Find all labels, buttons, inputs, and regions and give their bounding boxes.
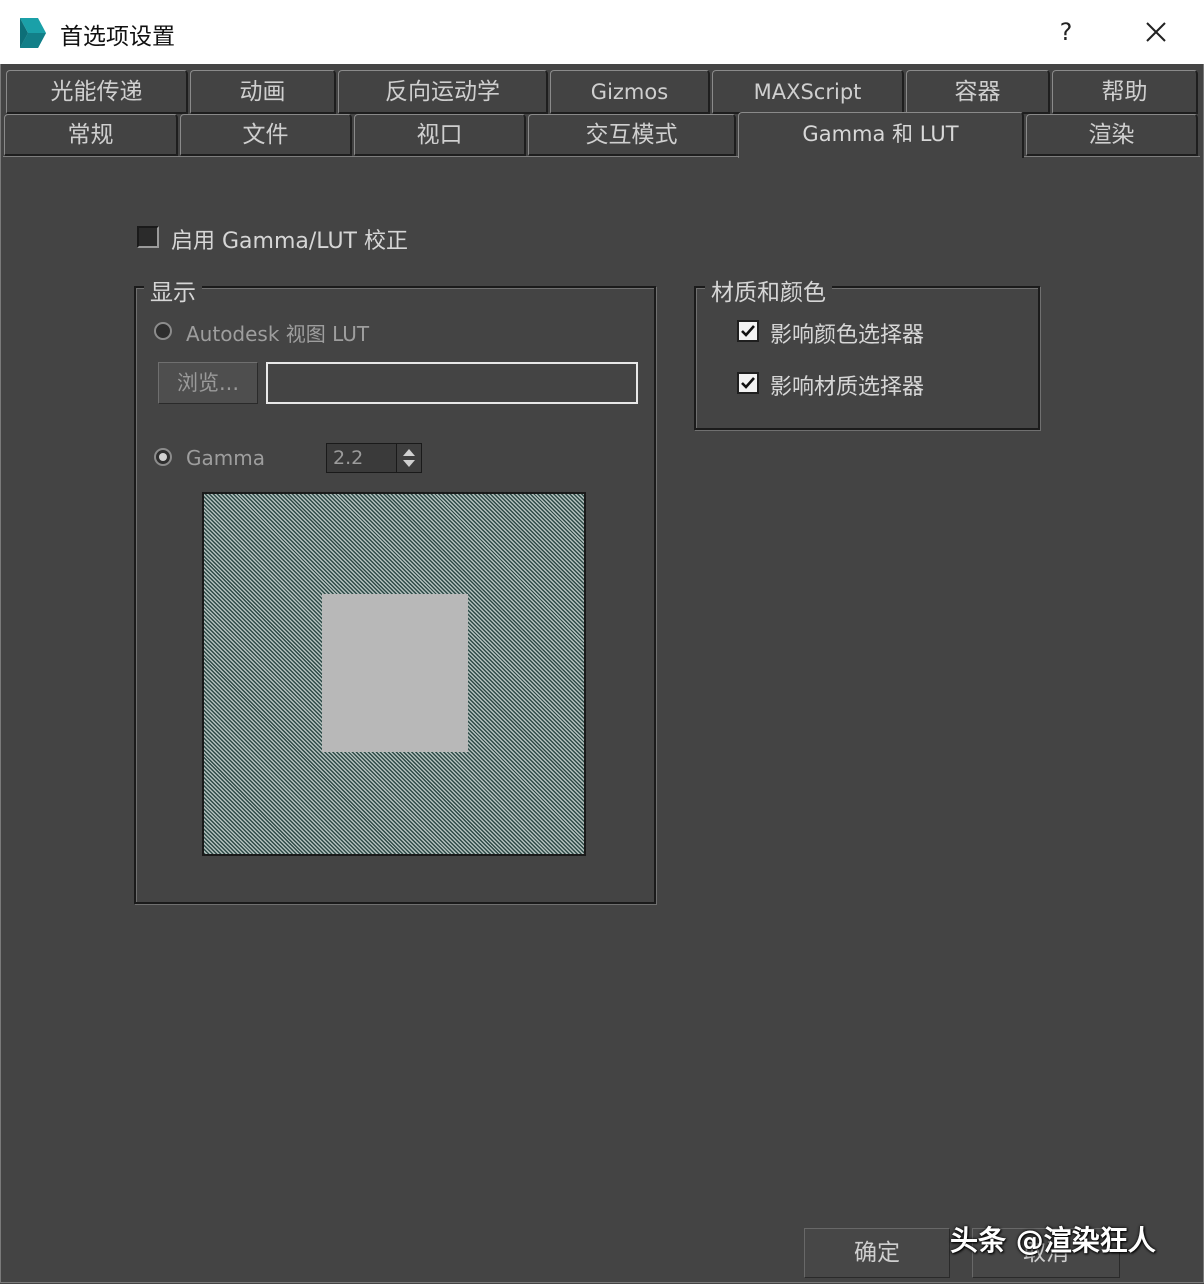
tab-gamma-and-lut[interactable]: Gamma 和 LUT xyxy=(738,112,1024,158)
tab-general[interactable]: 常规 xyxy=(4,114,178,156)
gamma-preview-swatch xyxy=(202,492,586,856)
gamma-spinner[interactable] xyxy=(396,443,422,473)
watermark: 头条 @渲染狂人 xyxy=(950,1224,1156,1257)
affect-material-picker-checkbox[interactable] xyxy=(737,372,759,394)
gamma-value-input[interactable]: 2.2 xyxy=(326,443,396,473)
autodesk-lut-radio[interactable] xyxy=(154,322,172,340)
3dsmax-app-icon xyxy=(20,18,46,48)
lut-path-field[interactable] xyxy=(266,362,638,404)
tab-animation[interactable]: 动画 xyxy=(190,70,336,114)
affect-color-picker-checkbox[interactable] xyxy=(737,320,759,342)
tab-containers[interactable]: 容器 xyxy=(906,70,1050,114)
gamma-label: Gamma xyxy=(186,446,265,470)
autodesk-lut-label: Autodesk 视图 LUT xyxy=(186,322,370,346)
browse-button[interactable]: 浏览... xyxy=(158,362,258,404)
enable-gamma-lut-label: 启用 Gamma/LUT 校正 xyxy=(171,229,408,254)
tab-inverse-kinematics[interactable]: 反向运动学 xyxy=(338,70,548,114)
materials-colors-group-title: 材质和颜色 xyxy=(705,273,832,307)
radio-selected-dot xyxy=(159,453,167,461)
checkmark-icon xyxy=(741,377,755,389)
tab-radiosity[interactable]: 光能传递 xyxy=(6,70,188,114)
tab-gizmos[interactable]: Gizmos xyxy=(550,70,710,114)
spinner-down-icon[interactable] xyxy=(403,460,415,467)
title-bar: 首选项设置 ? xyxy=(0,0,1204,64)
tab-viewports[interactable]: 视口 xyxy=(354,114,526,156)
tab-interaction-mode[interactable]: 交互模式 xyxy=(528,114,736,156)
tab-maxscript[interactable]: MAXScript xyxy=(712,70,904,114)
spinner-up-icon[interactable] xyxy=(403,449,415,456)
display-group-title: 显示 xyxy=(144,273,202,307)
tab-rendering[interactable]: 渲染 xyxy=(1026,114,1198,156)
enable-gamma-lut-checkbox[interactable] xyxy=(137,226,159,248)
materials-colors-group xyxy=(694,286,1040,430)
close-icon[interactable] xyxy=(1136,14,1176,50)
gamma-preview-center xyxy=(322,594,468,752)
checkmark-icon xyxy=(741,325,755,337)
ok-button[interactable]: 确定 xyxy=(804,1228,950,1278)
affect-color-picker-label: 影响颜色选择器 xyxy=(770,323,925,348)
tab-help[interactable]: 帮助 xyxy=(1052,70,1198,114)
affect-material-picker-label: 影响材质选择器 xyxy=(770,375,925,400)
help-button[interactable]: ? xyxy=(1048,14,1084,50)
tab-files[interactable]: 文件 xyxy=(180,114,352,156)
window-title: 首选项设置 xyxy=(60,24,175,50)
gamma-radio[interactable] xyxy=(154,448,172,466)
